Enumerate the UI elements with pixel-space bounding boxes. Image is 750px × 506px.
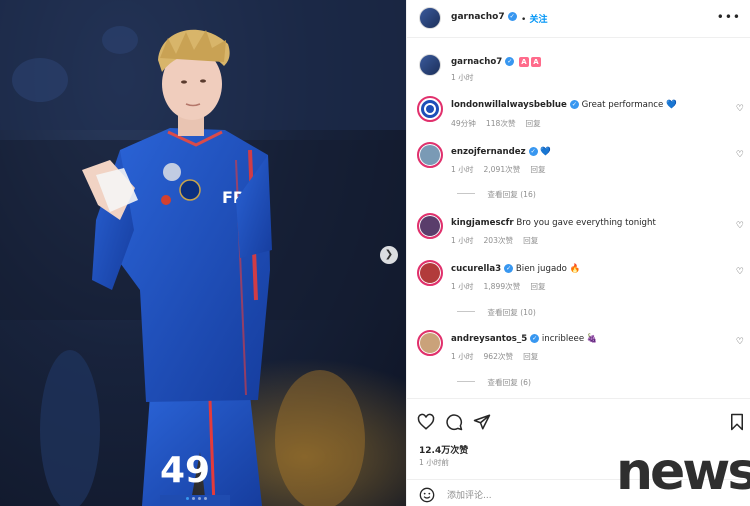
comment-username[interactable]: londonwillalwaysbeblue (451, 100, 567, 110)
commenter-avatar[interactable] (417, 330, 443, 356)
heart-icon[interactable] (417, 413, 435, 431)
view-replies-label[interactable]: 查看回复 (10) (487, 308, 535, 317)
comment-likes[interactable]: 118次赞 (486, 119, 516, 128)
comment-meta: 1 小时 203次赞 回复 (451, 235, 548, 246)
verified-icon: ✓ (569, 100, 579, 109)
comment-meta: 49分钟 118次赞 回复 (451, 118, 551, 129)
caption-username[interactable]: garnacho7 (451, 57, 502, 67)
view-replies-button[interactable]: 查看回复 (6) (457, 377, 531, 388)
caption-line: garnacho7 ✓ AA (451, 57, 541, 67)
post-photo[interactable]: 49 FPT ❯ (0, 0, 406, 506)
player-photo-illustration: 49 FPT (0, 0, 406, 506)
heart-icon[interactable]: ♡ (736, 337, 744, 347)
reply-button[interactable]: 回复 (526, 119, 541, 128)
comment-likes[interactable]: 203次赞 (483, 236, 513, 245)
follow-button[interactable]: • 关注 (521, 12, 547, 25)
posted-time: 1 小时前 (419, 458, 450, 467)
comment-emoji: 🍇 (586, 334, 598, 344)
reply-button[interactable]: 回复 (530, 165, 545, 174)
news-watermark: news (616, 442, 750, 502)
next-image-button[interactable]: ❯ (380, 246, 398, 264)
heart-icon[interactable]: ♡ (736, 267, 744, 277)
comment-text: cucurella3 ✓ Bien jugado 🔥 (451, 264, 580, 274)
commenter-avatar[interactable] (417, 213, 443, 239)
comment-text: enzojfernandez ✓ 💙 (451, 147, 551, 157)
caption-time: 1 小时 (451, 72, 483, 83)
commenter-avatar[interactable] (417, 260, 443, 286)
shorts-number: 49 (160, 450, 210, 491)
emoji-icon[interactable] (419, 487, 435, 503)
carousel-dot (198, 497, 201, 500)
comment-likes[interactable]: 2,091次赞 (483, 165, 520, 174)
verified-icon: ✓ (507, 12, 517, 21)
author-avatar[interactable] (419, 7, 441, 29)
comment-meta: 1 小时 962次赞 回复 (451, 351, 548, 362)
carousel-dot (204, 497, 207, 500)
comment-body: Bro you gave everything tonight (516, 218, 656, 228)
comment-time: 49分钟 (451, 119, 476, 128)
reply-button[interactable]: 回复 (523, 352, 538, 361)
caption-avatar[interactable] (419, 54, 441, 76)
verified-icon: ✓ (504, 264, 514, 273)
carousel-dot (186, 497, 189, 500)
likes-count[interactable]: 12.4万次赞 (419, 443, 468, 456)
heart-icon[interactable]: ♡ (736, 221, 744, 231)
author-username-text[interactable]: garnacho7 (451, 12, 505, 22)
commenter-avatar[interactable] (417, 142, 443, 168)
carousel-dots (186, 497, 207, 500)
comment-emoji: 💙 (666, 100, 677, 110)
comment-time: 1 小时 (451, 282, 474, 291)
comment-text: andreysantos_5 ✓ incribleee 🍇 (451, 334, 598, 344)
comment-input[interactable]: 添加评论... (447, 488, 492, 501)
comment-time: 1 小时 (451, 352, 474, 361)
comment-time: 1 小时 (451, 236, 474, 245)
comment-text: kingjamescfr Bro you gave everything ton… (451, 218, 656, 228)
more-icon[interactable]: ••• (717, 10, 741, 24)
comment-username[interactable]: kingjamescfr (451, 218, 514, 228)
post-header: garnacho7 ✓ • 关注 ••• (407, 0, 750, 38)
comment-time: 1 小时 (451, 165, 474, 174)
comment-emoji: 💙 (540, 147, 552, 157)
caption-badge: A (530, 57, 541, 67)
comment-body: incribleee (541, 334, 585, 344)
view-replies-label[interactable]: 查看回复 (16) (487, 190, 535, 199)
comment-body: Great performance (581, 100, 664, 110)
follow-label[interactable]: 关注 (529, 15, 547, 25)
comment-emoji: 🔥 (569, 264, 581, 274)
reply-button[interactable]: 回复 (523, 236, 538, 245)
bookmark-icon[interactable] (729, 413, 745, 431)
verified-icon: ✓ (505, 57, 515, 66)
view-replies-button[interactable]: 查看回复 (16) (457, 189, 535, 200)
comment-meta: 1 小时 1,899次赞 回复 (451, 281, 556, 292)
caption-badge: A (518, 57, 529, 67)
post-side-panel: garnacho7 ✓ • 关注 ••• garnacho7 ✓ AA 1 小时 l… (406, 0, 750, 506)
comment-likes[interactable]: 1,899次赞 (483, 282, 520, 291)
commenter-avatar[interactable] (417, 96, 443, 122)
reply-button[interactable]: 回复 (530, 282, 545, 291)
chevron-right-icon: ❯ (384, 249, 394, 260)
verified-icon: ✓ (528, 147, 538, 156)
verified-icon: ✓ (530, 334, 540, 343)
carousel-dot (192, 497, 195, 500)
comment-icon[interactable] (445, 413, 463, 431)
author-username[interactable]: garnacho7 ✓ (451, 12, 517, 22)
heart-icon[interactable]: ♡ (736, 104, 744, 114)
comment-username[interactable]: cucurella3 (451, 264, 501, 274)
chelsea-crest-icon (421, 100, 439, 118)
view-replies-label[interactable]: 查看回复 (6) (487, 378, 531, 387)
share-icon[interactable] (473, 413, 491, 431)
comment-username[interactable]: andreysantos_5 (451, 334, 527, 344)
comment-likes[interactable]: 962次赞 (483, 352, 513, 361)
comment-meta: 1 小时 2,091次赞 回复 (451, 164, 556, 175)
caption-time-text: 1 小时 (451, 73, 474, 82)
comment-body: Bien jugado (515, 264, 567, 274)
heart-icon[interactable]: ♡ (736, 150, 744, 160)
separator-dot: • (521, 15, 527, 25)
comment-username[interactable]: enzojfernandez (451, 147, 526, 157)
comment-text: londonwillalwaysbeblue ✓ Great performanc… (451, 100, 677, 110)
view-replies-button[interactable]: 查看回复 (10) (457, 307, 535, 318)
